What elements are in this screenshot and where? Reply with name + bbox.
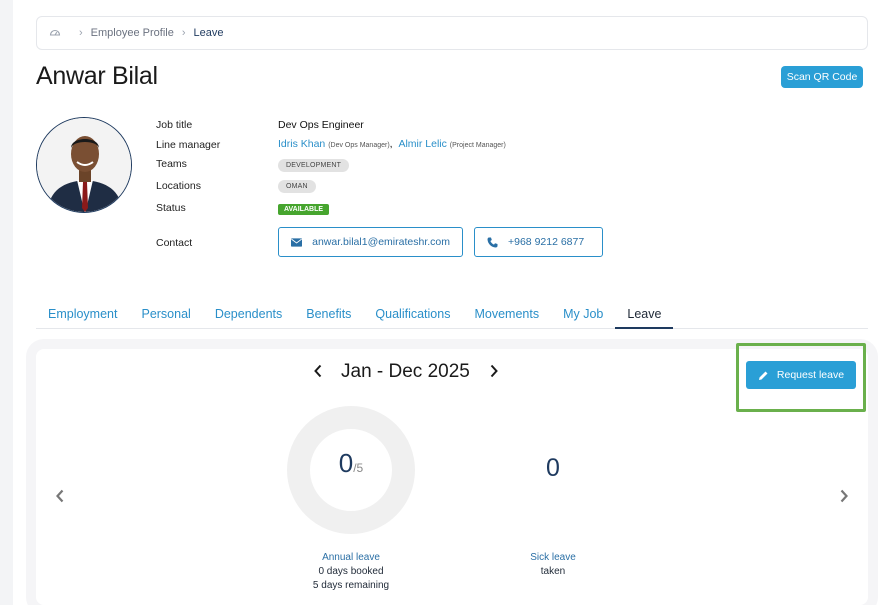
team-chip: DEVELOPMENT <box>278 159 350 172</box>
chevron-left-icon <box>314 364 322 378</box>
breadcrumb: › Employee Profile › Leave <box>36 16 868 50</box>
tab-leave[interactable]: Leave <box>615 300 674 329</box>
previous-slide-button[interactable] <box>52 488 68 504</box>
chevron-right-icon <box>840 489 848 503</box>
manager-role: (Project Manager) <box>449 142 506 149</box>
sick-leave-sub: taken <box>540 566 566 577</box>
scan-qr-code-button[interactable]: Scan QR Code <box>781 66 863 88</box>
contact-label: Contact <box>156 237 193 249</box>
annual-leave-value: 0 <box>338 448 354 478</box>
next-period-button[interactable] <box>486 363 502 379</box>
tab-my-job[interactable]: My Job <box>551 300 615 329</box>
teams-value: DEVELOPMENT <box>278 158 350 172</box>
request-leave-label: Request leave <box>776 369 845 381</box>
sick-leave-title: Sick leave <box>530 552 576 563</box>
annual-leave-title: Annual leave <box>322 552 380 563</box>
locations-label: Locations <box>156 180 201 192</box>
line-manager-value: Idris Khan (Dev Ops Manager), Almir Leli… <box>278 138 506 150</box>
email-button[interactable]: anwar.bilal1@emirateshr.com <box>278 227 463 257</box>
chevron-left-icon <box>56 489 64 503</box>
location-chip: OMAN <box>278 180 316 193</box>
sick-leave-caption: Sick leave taken <box>503 551 603 579</box>
employee-photo <box>37 118 131 212</box>
dashboard-icon[interactable] <box>49 27 61 39</box>
line-manager-label: Line manager <box>156 139 221 151</box>
tab-qualifications[interactable]: Qualifications <box>363 300 462 329</box>
tab-benefits[interactable]: Benefits <box>294 300 363 329</box>
tab-personal[interactable]: Personal <box>129 300 202 329</box>
manager-link-idris-khan[interactable]: Idris Khan <box>278 138 325 150</box>
annual-leave-booked: 0 days booked <box>318 566 384 577</box>
email-text: anwar.bilal1@emirateshr.com <box>312 236 450 248</box>
request-leave-button[interactable]: Request leave <box>746 361 856 389</box>
phone-icon <box>487 237 498 247</box>
chevron-right-icon: › <box>79 27 83 39</box>
manager-separator: , <box>389 138 393 150</box>
phone-text: +968 9212 6877 <box>508 236 585 248</box>
avatar <box>36 117 132 213</box>
employee-name: Anwar Bilal <box>36 62 158 90</box>
breadcrumb-item-leave: Leave <box>193 27 224 39</box>
annual-leave-caption: Annual leave 0 days booked 5 days remain… <box>291 551 411 593</box>
tab-dependents[interactable]: Dependents <box>203 300 294 329</box>
phone-button[interactable]: +968 9212 6877 <box>474 227 603 257</box>
manager-link-almir-lelic[interactable]: Almir Lelic <box>398 138 446 150</box>
annual-leave-total: /5 <box>353 461 364 475</box>
period-label: Jan - Dec 2025 <box>341 361 470 382</box>
job-title-value: Dev Ops Engineer <box>278 119 364 131</box>
profile-tabs: Employment Personal Dependents Benefits … <box>36 300 868 329</box>
pencil-icon <box>758 371 768 380</box>
sick-leave-count: 0 <box>546 454 560 482</box>
locations-value: OMAN <box>278 179 316 193</box>
annual-leave-count: 0/5 <box>287 448 415 479</box>
manager-role: (Dev Ops Manager) <box>328 142 390 149</box>
chevron-right-icon <box>490 364 498 378</box>
status-value: AVAILABLE <box>278 202 330 215</box>
teams-label: Teams <box>156 158 187 170</box>
annual-leave-remaining: 5 days remaining <box>312 580 390 591</box>
job-title-label: Job title <box>156 119 193 131</box>
status-label: Status <box>156 202 186 214</box>
envelope-icon <box>291 237 303 247</box>
tab-employment[interactable]: Employment <box>36 300 129 329</box>
next-slide-button[interactable] <box>836 488 852 504</box>
status-badge: AVAILABLE <box>278 204 330 215</box>
previous-period-button[interactable] <box>310 363 326 379</box>
chevron-right-icon: › <box>181 27 186 39</box>
tab-movements[interactable]: Movements <box>462 300 551 329</box>
breadcrumb-item-employee-profile[interactable]: Employee Profile <box>91 27 174 39</box>
